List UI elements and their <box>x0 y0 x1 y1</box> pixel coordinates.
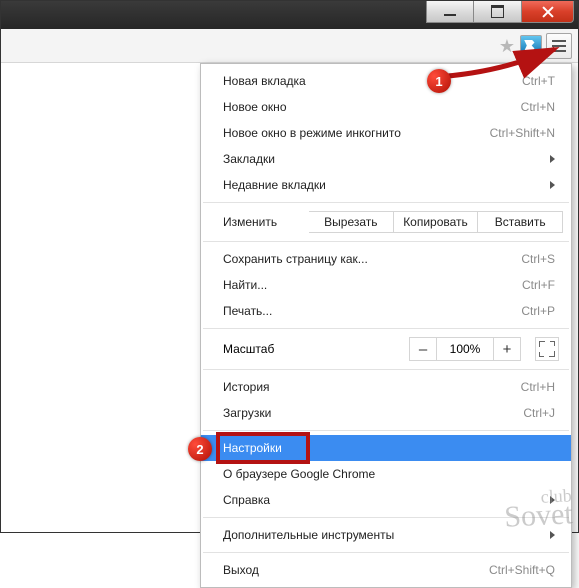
menu-item-bookmarks[interactable]: Закладки <box>201 146 571 172</box>
menu-label: Печать... <box>223 304 521 318</box>
menu-item-history[interactable]: История Ctrl+H <box>201 374 571 400</box>
submenu-arrow-icon <box>550 181 555 189</box>
menu-item-save-as[interactable]: Сохранить страницу как... Ctrl+S <box>201 246 571 272</box>
menu-label: Настройки <box>223 441 555 455</box>
menu-label: Выход <box>223 563 489 577</box>
fullscreen-button[interactable] <box>535 337 559 361</box>
annotation-badge-1: 1 <box>427 69 451 93</box>
menu-separator <box>203 369 569 370</box>
menu-item-settings[interactable]: Настройки <box>201 435 571 461</box>
menu-separator <box>203 517 569 518</box>
menu-zoom-row: Масштаб – 100% + <box>201 333 571 365</box>
menu-label: Загрузки <box>223 406 523 420</box>
menu-shortcut: Ctrl+S <box>521 252 555 266</box>
cut-button[interactable]: Вырезать <box>309 211 394 233</box>
close-button[interactable] <box>522 1 574 23</box>
menu-label: Новое окно в режиме инкогнито <box>223 126 490 140</box>
menu-label: Новая вкладка <box>223 74 522 88</box>
menu-item-about[interactable]: О браузере Google Chrome <box>201 461 571 487</box>
menu-label: О браузере Google Chrome <box>223 467 555 481</box>
menu-shortcut: Ctrl+F <box>522 278 555 292</box>
menu-label: Найти... <box>223 278 522 292</box>
zoom-out-button[interactable]: – <box>409 337 437 361</box>
annotation-badge-2: 2 <box>188 437 212 461</box>
menu-shortcut: Ctrl+N <box>521 100 555 114</box>
menu-separator <box>203 202 569 203</box>
menu-label: История <box>223 380 521 394</box>
menu-shortcut: Ctrl+Shift+N <box>490 126 555 140</box>
submenu-arrow-icon <box>550 496 555 504</box>
menu-edit-row: Изменить Вырезать Копировать Вставить <box>201 207 571 237</box>
menu-item-downloads[interactable]: Загрузки Ctrl+J <box>201 400 571 426</box>
menu-label: Сохранить страницу как... <box>223 252 521 266</box>
menu-label: Закладки <box>223 152 550 166</box>
menu-item-incognito[interactable]: Новое окно в режиме инкогнито Ctrl+Shift… <box>201 120 571 146</box>
menu-item-new-tab[interactable]: Новая вкладка Ctrl+T <box>201 68 571 94</box>
menu-item-more-tools[interactable]: Дополнительные инструменты <box>201 522 571 548</box>
menu-separator <box>203 241 569 242</box>
menu-separator <box>203 328 569 329</box>
menu-shortcut: Ctrl+T <box>522 74 555 88</box>
maximize-button[interactable] <box>474 1 522 23</box>
browser-toolbar: ★ <box>1 29 578 63</box>
menu-item-new-window[interactable]: Новое окно Ctrl+N <box>201 94 571 120</box>
edit-label: Изменить <box>223 215 309 229</box>
menu-item-help[interactable]: Справка <box>201 487 571 513</box>
minimize-button[interactable] <box>426 1 474 23</box>
menu-item-exit[interactable]: Выход Ctrl+Shift+Q <box>201 557 571 583</box>
menu-label: Недавние вкладки <box>223 178 550 192</box>
main-menu: Новая вкладка Ctrl+T Новое окно Ctrl+N Н… <box>200 63 572 588</box>
zoom-in-button[interactable]: + <box>493 337 521 361</box>
paste-button[interactable]: Вставить <box>478 211 563 233</box>
zoom-label: Масштаб <box>223 342 409 356</box>
menu-shortcut: Ctrl+H <box>521 380 555 394</box>
menu-shortcut: Ctrl+P <box>521 304 555 318</box>
copy-button[interactable]: Копировать <box>394 211 479 233</box>
menu-label: Дополнительные инструменты <box>223 528 550 542</box>
menu-shortcut: Ctrl+J <box>523 406 555 420</box>
submenu-arrow-icon <box>550 531 555 539</box>
menu-item-find[interactable]: Найти... Ctrl+F <box>201 272 571 298</box>
menu-item-print[interactable]: Печать... Ctrl+P <box>201 298 571 324</box>
zoom-value: 100% <box>437 337 493 361</box>
menu-separator <box>203 430 569 431</box>
bookmark-star-icon[interactable]: ★ <box>498 37 516 55</box>
menu-separator <box>203 552 569 553</box>
menu-label: Новое окно <box>223 100 521 114</box>
extension-icon[interactable] <box>520 35 542 57</box>
menu-item-recent-tabs[interactable]: Недавние вкладки <box>201 172 571 198</box>
menu-button[interactable] <box>546 33 572 59</box>
menu-label: Справка <box>223 493 550 507</box>
submenu-arrow-icon <box>550 155 555 163</box>
window-controls <box>426 1 574 23</box>
menu-shortcut: Ctrl+Shift+Q <box>489 563 555 577</box>
